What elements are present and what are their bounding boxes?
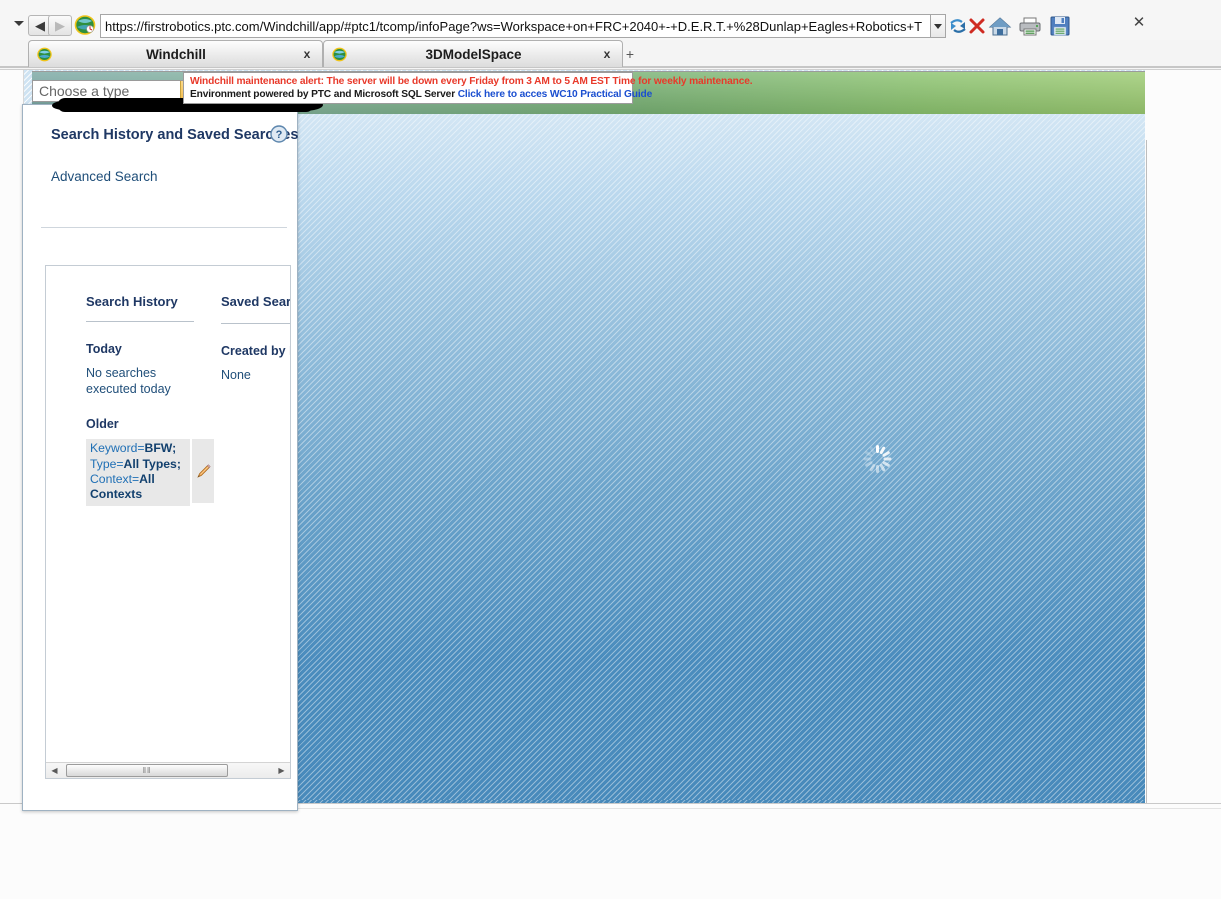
scrollbar-grip-icon: ‖‖ <box>142 766 152 775</box>
window-close-button[interactable]: ✕ <box>1130 14 1148 32</box>
panel-horizontal-scrollbar[interactable]: ◀ ‖‖ ▶ <box>46 762 290 778</box>
history-keyword-prefix: Keyword= <box>90 441 145 456</box>
new-tab-button[interactable]: + <box>622 45 638 63</box>
menu-caret-icon[interactable] <box>14 21 24 26</box>
practical-guide-link[interactable]: Click here to acces WC10 Practical Guide <box>458 89 653 100</box>
search-results-box: Search History Today No searches execute… <box>45 265 291 779</box>
scroll-right-arrow-icon[interactable]: ▶ <box>273 763 290 778</box>
page-bottom-strip <box>0 803 1221 899</box>
panel-title: Search History and Saved Searches <box>51 127 299 143</box>
help-icon[interactable]: ? <box>270 125 288 143</box>
saved-searches-column: Saved Searches Ma Created by M None <box>221 294 291 384</box>
windchill-viewport: Search History and Saved Searches ? Adva… <box>11 70 1145 873</box>
page-left-gutter <box>0 70 24 899</box>
page-body: Search History and Saved Searches ? Adva… <box>0 70 1221 899</box>
maintenance-alert: Windchill maintenance alert: The server … <box>183 72 753 104</box>
print-icon[interactable] <box>1017 13 1043 39</box>
history-context-prefix: Context= <box>90 471 140 486</box>
history-type-value: All Types; <box>123 456 181 471</box>
scrollbar-thumb[interactable]: ‖‖ <box>66 764 228 777</box>
tab-label: Windchill <box>146 46 206 62</box>
edit-search-button[interactable] <box>192 439 214 504</box>
older-label: Older <box>86 417 119 432</box>
navigation-toolbar: ◀ ▶ https://firstrobotics.ptc.com/Windch… <box>0 0 1221 40</box>
today-empty-text: No searches executed today <box>86 366 171 396</box>
chevron-down-icon <box>934 23 942 29</box>
favicon-icon <box>37 47 52 61</box>
created-by-me-value: None <box>221 368 251 382</box>
tab-close-icon[interactable]: x <box>300 47 314 61</box>
browser-chrome: ◀ ▶ https://firstrobotics.ptc.com/Windch… <box>0 0 1221 70</box>
advanced-search-link[interactable]: Advanced Search <box>51 169 158 184</box>
tab-close-icon[interactable]: x <box>600 47 614 61</box>
maintenance-alert-line2: Environment powered by PTC and Microsoft… <box>190 88 652 102</box>
today-label: Today <box>86 342 122 356</box>
maintenance-alert-line1: Windchill maintenance alert: The server … <box>190 76 753 87</box>
browser-window: ◀ ▶ https://firstrobotics.ptc.com/Windch… <box>0 0 1221 899</box>
address-bar[interactable]: https://firstrobotics.ptc.com/Windchill/… <box>100 14 930 38</box>
page-right-gutter <box>1146 140 1221 873</box>
tab-windchill[interactable]: Windchill x <box>28 40 323 67</box>
heading-underline <box>221 323 290 324</box>
tab-label: 3DModelSpace <box>425 46 522 62</box>
saved-searches-heading: Saved Searches <box>221 294 291 309</box>
scrollbar-track[interactable]: ‖‖ <box>63 763 273 778</box>
search-history-column: Search History Today No searches execute… <box>86 294 214 507</box>
main-content-canvas <box>297 114 1145 873</box>
search-history-panel: Search History and Saved Searches ? Adva… <box>22 104 298 811</box>
forward-arrow-icon: ▶ <box>55 18 65 33</box>
url-text: https://firstrobotics.ptc.com/Windchill/… <box>105 18 923 34</box>
created-by-me-label: Created by M <box>221 344 290 358</box>
heading-underline <box>86 321 194 322</box>
save-icon[interactable] <box>1047 13 1073 39</box>
panel-divider <box>41 227 287 228</box>
tab-strip: Windchill x 3DModelSpace x + <box>0 40 1221 68</box>
back-arrow-icon: ◀ <box>35 18 45 33</box>
search-history-heading: Search History <box>86 294 178 309</box>
maintenance-alert-prefix: Environment powered by PTC and Microsoft… <box>190 88 458 100</box>
history-keyword-value: BFW; <box>144 441 177 456</box>
home-icon[interactable] <box>987 13 1013 39</box>
loading-spinner <box>862 444 892 474</box>
favicon-icon <box>332 47 347 61</box>
history-type-prefix: Type= <box>90 456 124 471</box>
forward-button[interactable]: ▶ <box>48 15 72 36</box>
pencil-icon <box>196 464 211 478</box>
tab-3dmodelspace[interactable]: 3DModelSpace x <box>323 40 623 67</box>
type-picker-value: Choose a type <box>39 83 130 99</box>
svg-text:?: ? <box>276 129 283 141</box>
list-item[interactable]: Keyword=BFW; Type=All Types; Context=All… <box>86 439 214 507</box>
address-dropdown-button[interactable] <box>930 14 946 38</box>
scroll-left-arrow-icon[interactable]: ◀ <box>46 763 63 778</box>
globe-icon <box>74 15 96 35</box>
